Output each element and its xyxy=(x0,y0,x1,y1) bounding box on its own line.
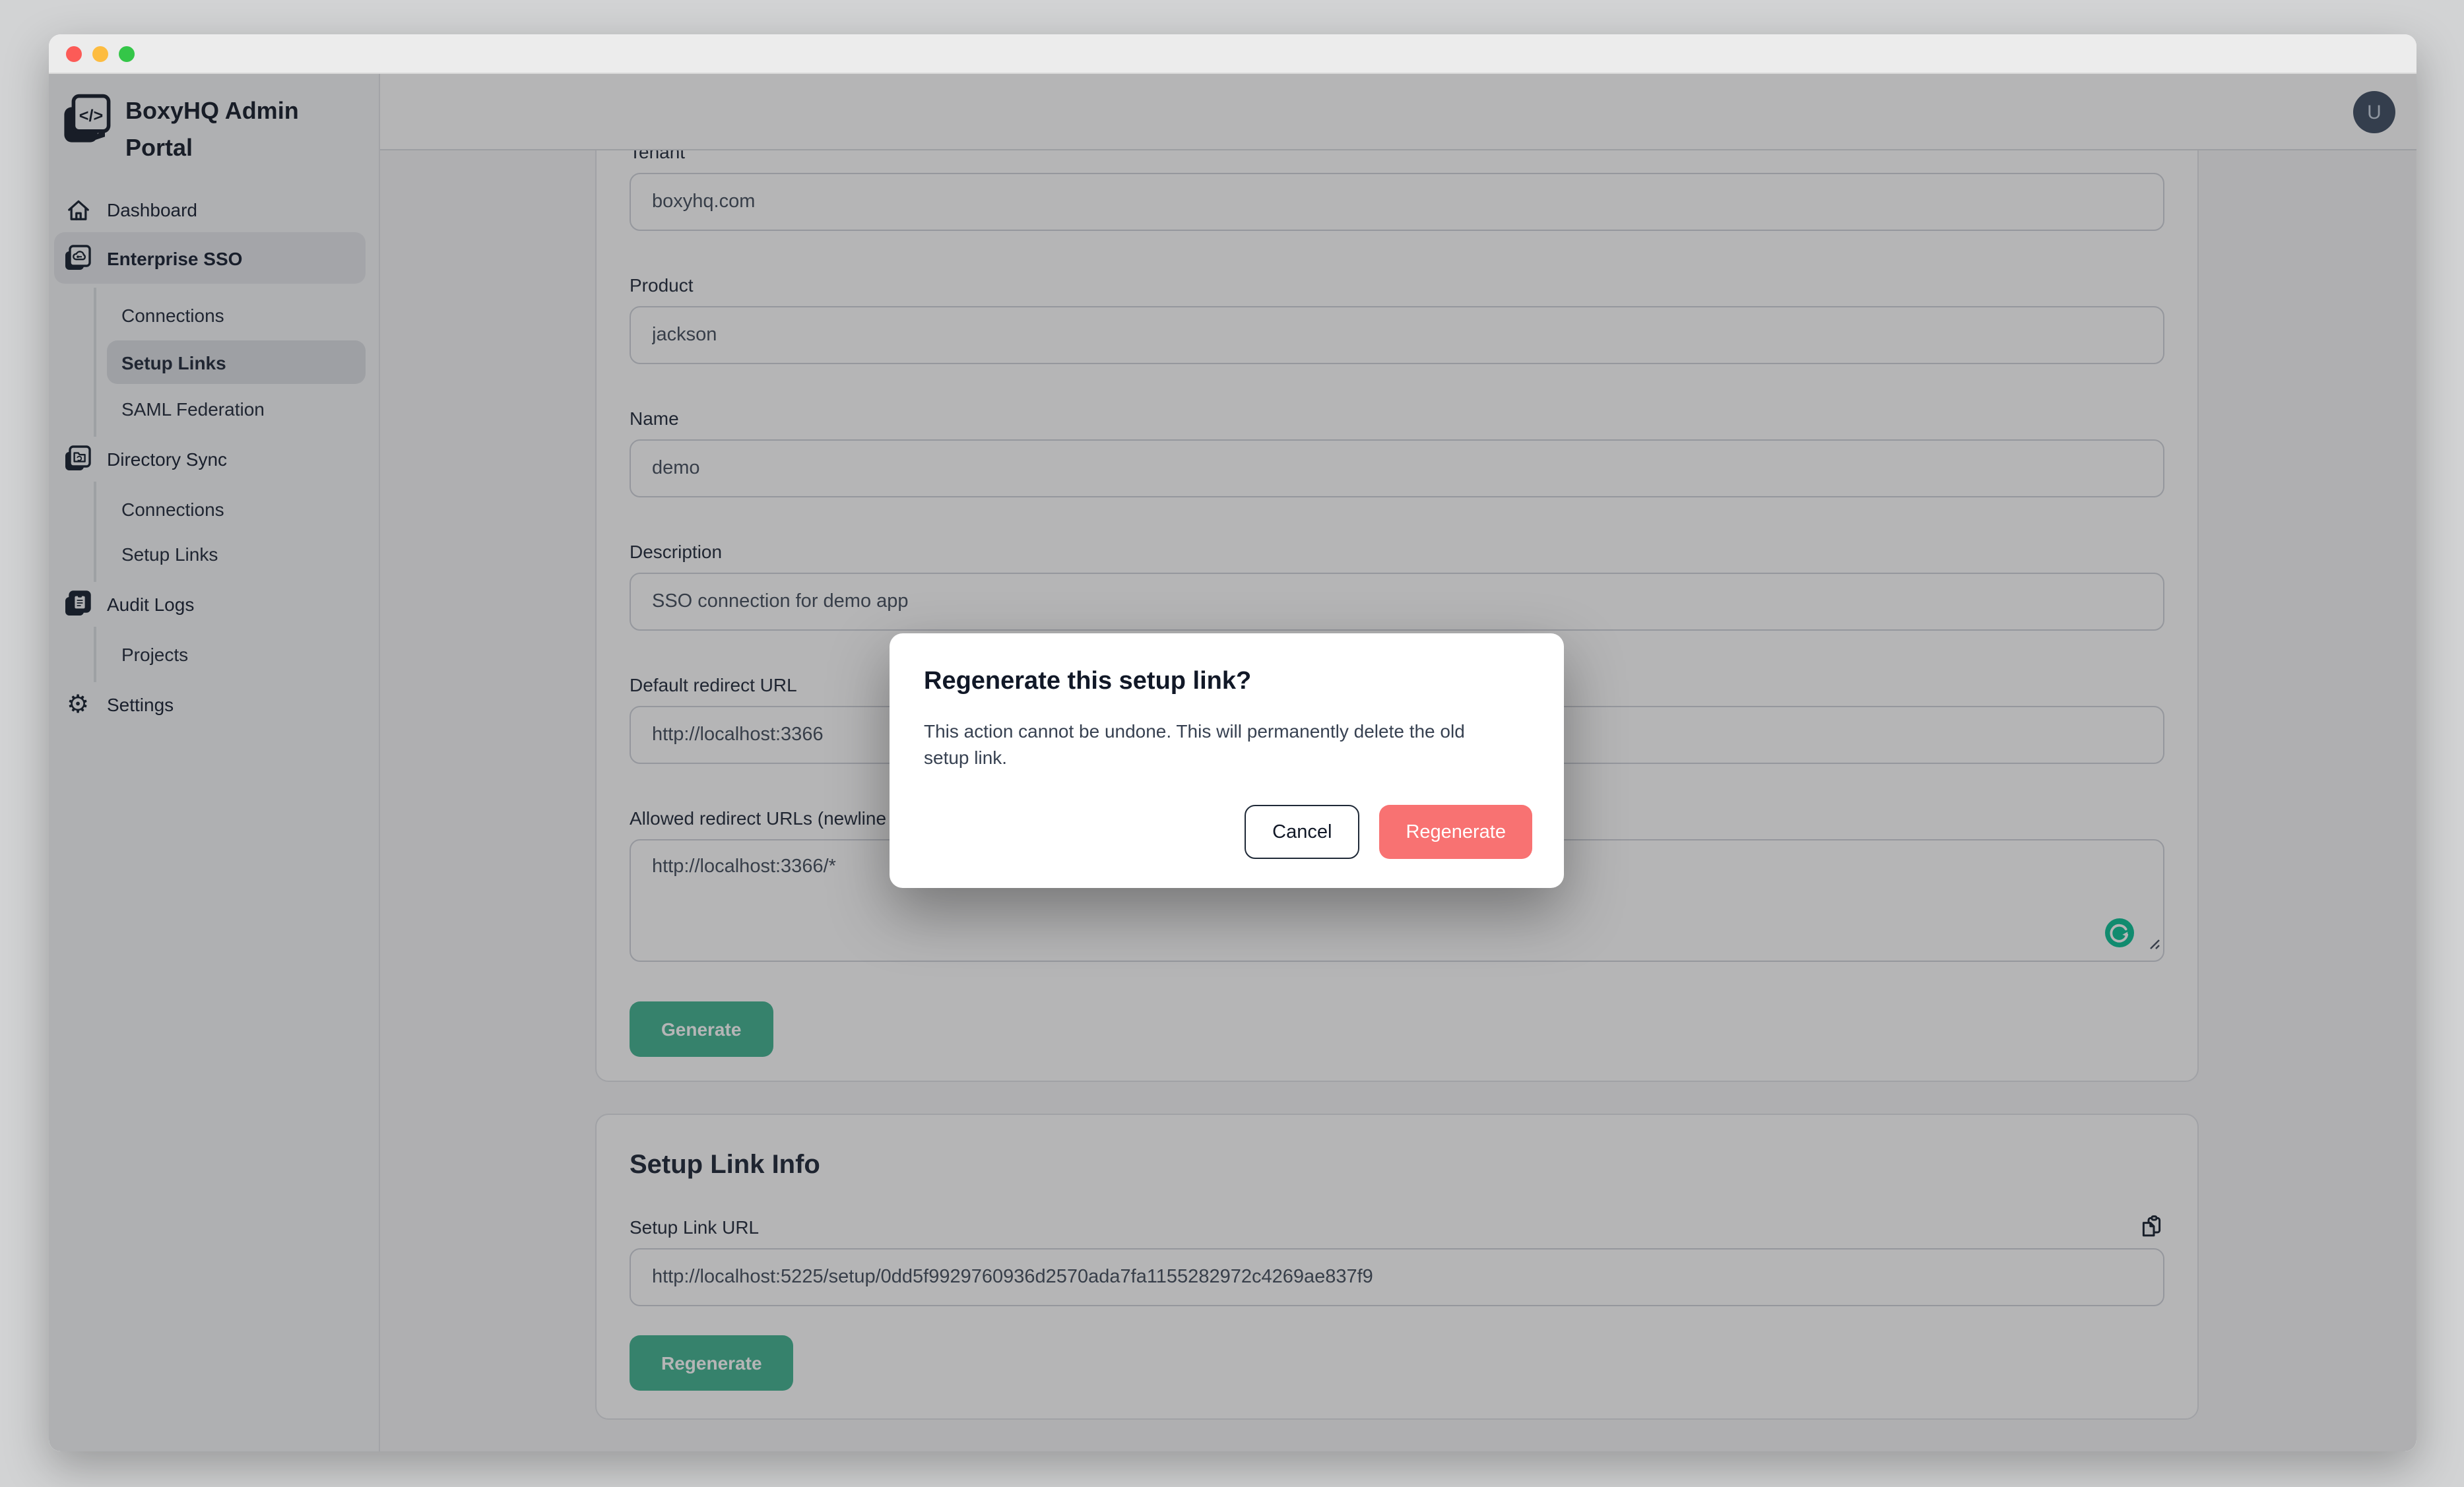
modal-title: Regenerate this setup link? xyxy=(924,668,1532,697)
app-window: </> BoxyHQ Admin Portal xyxy=(49,34,2416,1451)
zoom-window-button[interactable] xyxy=(119,46,135,61)
screen: </> BoxyHQ Admin Portal xyxy=(0,0,2464,1487)
close-window-button[interactable] xyxy=(66,46,82,61)
modal-actions: Cancel Regenerate xyxy=(1245,805,1532,859)
cancel-button[interactable]: Cancel xyxy=(1245,805,1359,859)
window-titlebar xyxy=(49,34,2416,74)
confirm-regenerate-button[interactable]: Regenerate xyxy=(1379,805,1532,859)
minimize-window-button[interactable] xyxy=(92,46,108,61)
modal-body-text: This action cannot be undone. This will … xyxy=(924,718,1485,771)
regenerate-confirm-modal: Regenerate this setup link? This action … xyxy=(890,633,1564,888)
